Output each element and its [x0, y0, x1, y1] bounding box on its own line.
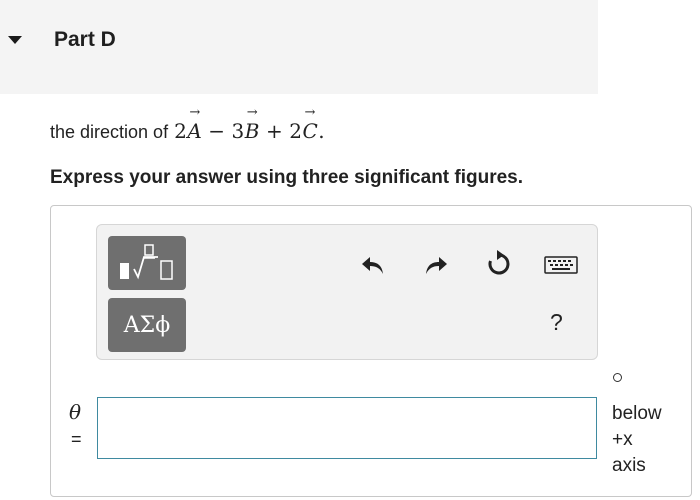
instruction-text: Express your answer using three signific… [50, 167, 524, 188]
fraction-sqrt-template-icon [120, 244, 173, 280]
question-prefix: the direction of [50, 122, 169, 142]
vector-b: B [245, 105, 260, 143]
math-toolbar: ΑΣϕ ? [96, 224, 598, 360]
vector-c: C [302, 105, 318, 143]
question-suffix: . [318, 119, 326, 143]
answer-box: ΑΣϕ ? θ = below +x axis [50, 205, 692, 497]
collapse-caret-icon[interactable] [8, 36, 22, 44]
undo-icon[interactable] [356, 248, 390, 282]
redo-icon[interactable] [419, 248, 453, 282]
template-button[interactable] [108, 236, 186, 290]
keyboard-icon[interactable] [542, 248, 580, 282]
coef-a: 2 [174, 119, 188, 143]
equals-sign: = [71, 429, 82, 449]
vector-expression: 2A−3B+2C. [174, 105, 326, 143]
question-text: the direction of 2A−3B+2C. [50, 105, 326, 143]
reset-icon[interactable] [482, 247, 516, 281]
greek-symbols-button[interactable]: ΑΣϕ [108, 298, 186, 352]
op-minus: − [208, 119, 226, 143]
op-plus: + [265, 119, 284, 143]
unit-line-2: +x [612, 429, 633, 450]
coef-b: 3 [231, 119, 245, 143]
help-button[interactable]: ? [550, 309, 563, 336]
unit-line-3: axis [612, 455, 646, 476]
answer-input[interactable] [97, 397, 597, 459]
answer-units: below +x axis [612, 401, 662, 479]
degree-symbol [613, 373, 622, 382]
unit-line-1: below [612, 403, 662, 424]
part-title: Part D [54, 28, 116, 51]
vector-a: A [187, 105, 202, 143]
answer-variable: θ [69, 400, 82, 424]
coef-c: 2 [289, 119, 303, 143]
part-header[interactable]: Part D [0, 0, 598, 94]
